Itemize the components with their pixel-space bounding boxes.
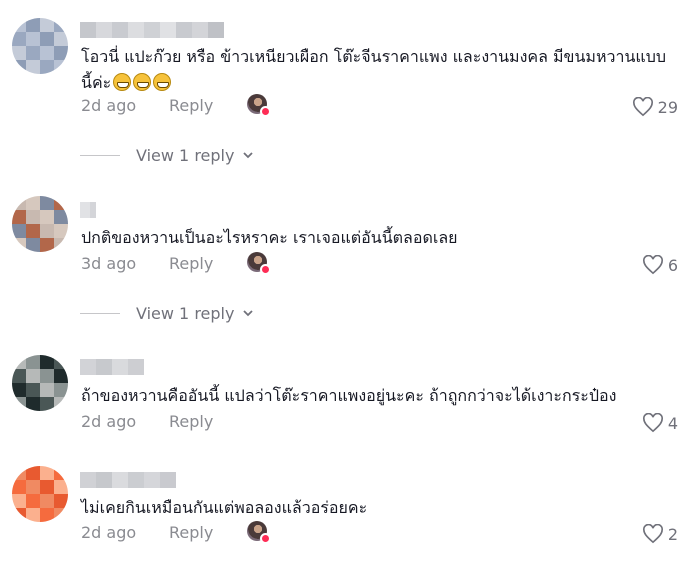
like-button[interactable]: 2	[642, 522, 678, 546]
view-replies-label: View 1 reply	[136, 303, 235, 323]
comment-text: ถ้าของหวานคืออันนี้ แปลว่าโต๊ะราคาแพงอยู…	[81, 386, 617, 405]
avatar[interactable]	[12, 196, 68, 252]
like-count: 4	[667, 413, 678, 433]
like-count: 2	[667, 524, 678, 544]
avatar[interactable]	[12, 18, 68, 74]
like-count: 6	[667, 255, 678, 275]
timestamp: 3d ago	[81, 254, 137, 273]
avatar[interactable]	[12, 355, 68, 411]
username[interactable]	[80, 359, 144, 375]
heart-outline-icon	[632, 97, 653, 117]
username[interactable]	[80, 472, 176, 488]
username[interactable]	[80, 22, 224, 38]
comment-text: โอวนี่ แปะก๊วย หรือ ข้าวเหนียวเผือก โต๊ะ…	[81, 47, 667, 92]
timestamp: 2d ago	[81, 523, 137, 542]
view-replies-label: View 1 reply	[136, 145, 235, 165]
reply-button[interactable]: Reply	[169, 412, 213, 431]
grinning-face-icon	[153, 73, 172, 91]
chevron-down-icon	[243, 152, 254, 159]
creator-liked-badge	[247, 252, 271, 275]
view-replies-button[interactable]: View 1 reply	[80, 302, 254, 324]
creator-liked-badge	[247, 521, 271, 544]
chevron-down-icon	[243, 310, 254, 317]
reply-button[interactable]: Reply	[169, 96, 213, 115]
comment-text: ปกติของหวานเป็นอะไรหราคะ เราเจอแต่อันนี้…	[81, 228, 458, 247]
reply-button[interactable]: Reply	[169, 254, 213, 273]
avatar[interactable]	[12, 466, 68, 522]
timestamp: 2d ago	[81, 412, 137, 431]
reply-button[interactable]: Reply	[169, 523, 213, 542]
grinning-face-icon	[133, 73, 152, 91]
username[interactable]	[80, 202, 96, 218]
view-replies-button[interactable]: View 1 reply	[80, 144, 254, 166]
grinning-face-icon	[113, 73, 132, 91]
like-button[interactable]: 6	[642, 253, 678, 277]
heart-outline-icon	[642, 413, 663, 433]
like-count: 29	[657, 97, 678, 117]
heart-outline-icon	[642, 524, 663, 544]
like-button[interactable]: 29	[632, 95, 678, 119]
comment-text: ไม่เคยกินเหมือนกันแต่พอลองแล้วอร่อยคะ	[81, 498, 368, 517]
heart-outline-icon	[642, 255, 663, 275]
timestamp: 2d ago	[81, 96, 137, 115]
creator-liked-badge	[247, 94, 271, 117]
like-button[interactable]: 4	[642, 411, 678, 435]
